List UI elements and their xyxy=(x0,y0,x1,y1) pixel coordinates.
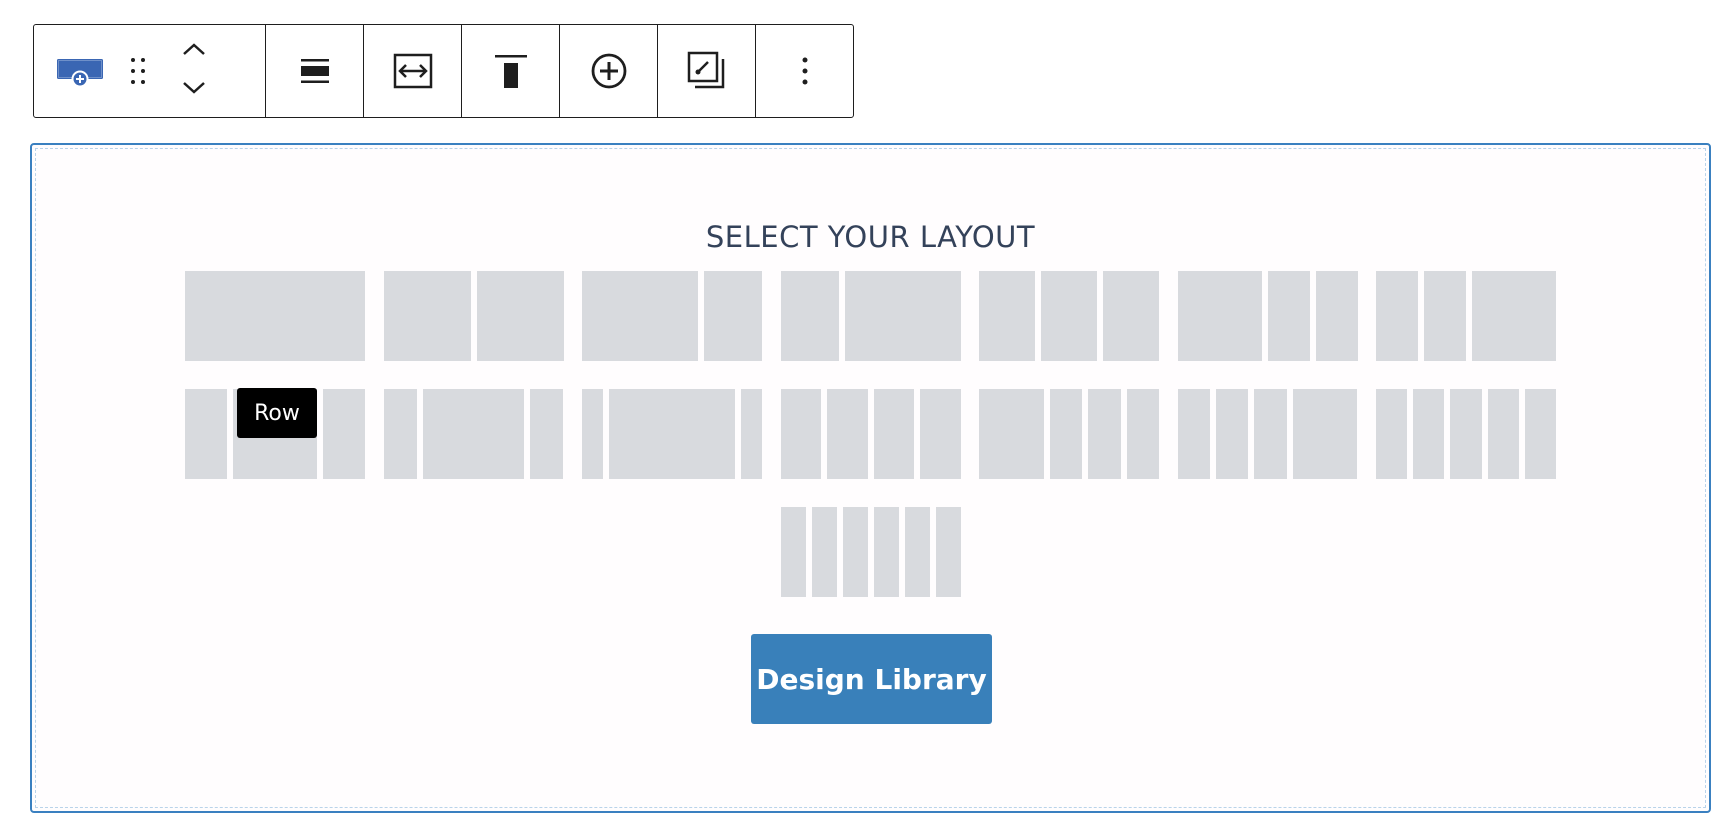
layout-column xyxy=(873,389,914,479)
layout-option[interactable] xyxy=(780,507,961,597)
layout-column xyxy=(1177,271,1262,361)
layout-column xyxy=(529,389,564,479)
layout-option[interactable] xyxy=(1376,271,1556,361)
layout-column xyxy=(1292,389,1358,479)
block-toolbar xyxy=(33,24,854,118)
layout-column xyxy=(1041,271,1097,361)
layout-option[interactable] xyxy=(780,271,961,361)
layout-column xyxy=(935,507,961,597)
layout-column xyxy=(1524,389,1556,479)
full-width-icon xyxy=(393,53,433,89)
layout-option[interactable] xyxy=(979,271,1159,361)
layout-column xyxy=(1376,271,1418,361)
layout-column xyxy=(842,507,868,597)
copy-style-icon xyxy=(687,51,727,91)
layout-option[interactable] xyxy=(582,389,762,479)
layout-option[interactable] xyxy=(780,389,961,479)
layout-column xyxy=(1215,389,1249,479)
layout-column xyxy=(185,271,365,361)
layout-column xyxy=(383,271,471,361)
layout-option[interactable] xyxy=(383,389,564,479)
layout-column xyxy=(1413,389,1445,479)
layout-column xyxy=(873,507,899,597)
align-icon xyxy=(299,55,331,87)
options-group xyxy=(756,25,853,117)
block-controls-group xyxy=(34,25,266,117)
layout-column xyxy=(1177,389,1210,479)
more-options-button[interactable] xyxy=(756,25,853,117)
layout-column xyxy=(1088,389,1121,479)
layout-column xyxy=(1376,389,1408,479)
drag-handle-icon[interactable] xyxy=(120,56,156,86)
vertical-align-group xyxy=(462,25,560,117)
layout-column xyxy=(1472,271,1556,361)
layout-option[interactable] xyxy=(1376,389,1556,479)
layout-column xyxy=(1487,389,1519,479)
layout-column xyxy=(979,389,1044,479)
more-options-icon xyxy=(801,56,809,86)
layout-column xyxy=(1424,271,1466,361)
layout-column xyxy=(1450,389,1482,479)
layout-column xyxy=(383,389,418,479)
row-block[interactable]: SELECT YOUR LAYOUT Row Design Library xyxy=(30,143,1711,813)
vertical-align-button[interactable] xyxy=(462,25,559,117)
layout-column xyxy=(609,389,735,479)
layout-column xyxy=(780,389,821,479)
tooltip: Row xyxy=(237,388,317,438)
layout-picker-title: SELECT YOUR LAYOUT xyxy=(705,220,1036,254)
align-group xyxy=(266,25,364,117)
align-button[interactable] xyxy=(266,25,363,117)
vertical-align-top-icon xyxy=(494,53,528,89)
design-library-button[interactable]: Design Library xyxy=(751,634,992,724)
layout-column xyxy=(741,389,762,479)
layout-column xyxy=(1103,271,1159,361)
styles-group xyxy=(658,25,756,117)
layout-option[interactable] xyxy=(1177,389,1358,479)
add-group xyxy=(560,25,658,117)
full-width-button[interactable] xyxy=(364,25,461,117)
layout-column xyxy=(1315,271,1358,361)
block-mover xyxy=(174,41,214,101)
layout-column xyxy=(780,507,806,597)
row-block-icon[interactable] xyxy=(54,55,106,87)
layout-option[interactable] xyxy=(185,271,365,361)
layout-column xyxy=(323,389,365,479)
layout-column xyxy=(185,389,227,479)
layout-column xyxy=(1267,271,1310,361)
move-up-icon[interactable] xyxy=(181,41,207,62)
add-circle-icon xyxy=(590,52,628,90)
layout-column xyxy=(476,271,564,361)
layout-column xyxy=(1254,389,1287,479)
layout-option[interactable] xyxy=(383,271,564,361)
layout-option[interactable] xyxy=(582,271,762,361)
layout-column xyxy=(582,389,603,479)
layout-column xyxy=(827,389,868,479)
layout-column xyxy=(904,507,930,597)
layout-option[interactable] xyxy=(979,389,1159,479)
layout-column xyxy=(582,271,698,361)
layout-column xyxy=(423,389,524,479)
layout-column xyxy=(1126,389,1159,479)
copy-style-button[interactable] xyxy=(658,25,755,117)
editor-canvas: SELECT YOUR LAYOUT Row Design Library xyxy=(0,0,1728,820)
move-down-icon[interactable] xyxy=(181,80,207,101)
layout-column xyxy=(704,271,762,361)
layout-column xyxy=(920,389,961,479)
add-block-button[interactable] xyxy=(560,25,657,117)
layout-option[interactable] xyxy=(1177,271,1358,361)
layout-column xyxy=(1049,389,1083,479)
layout-column xyxy=(811,507,837,597)
layout-column xyxy=(979,271,1035,361)
layout-column xyxy=(780,271,839,361)
layout-column xyxy=(844,271,961,361)
width-group xyxy=(364,25,462,117)
